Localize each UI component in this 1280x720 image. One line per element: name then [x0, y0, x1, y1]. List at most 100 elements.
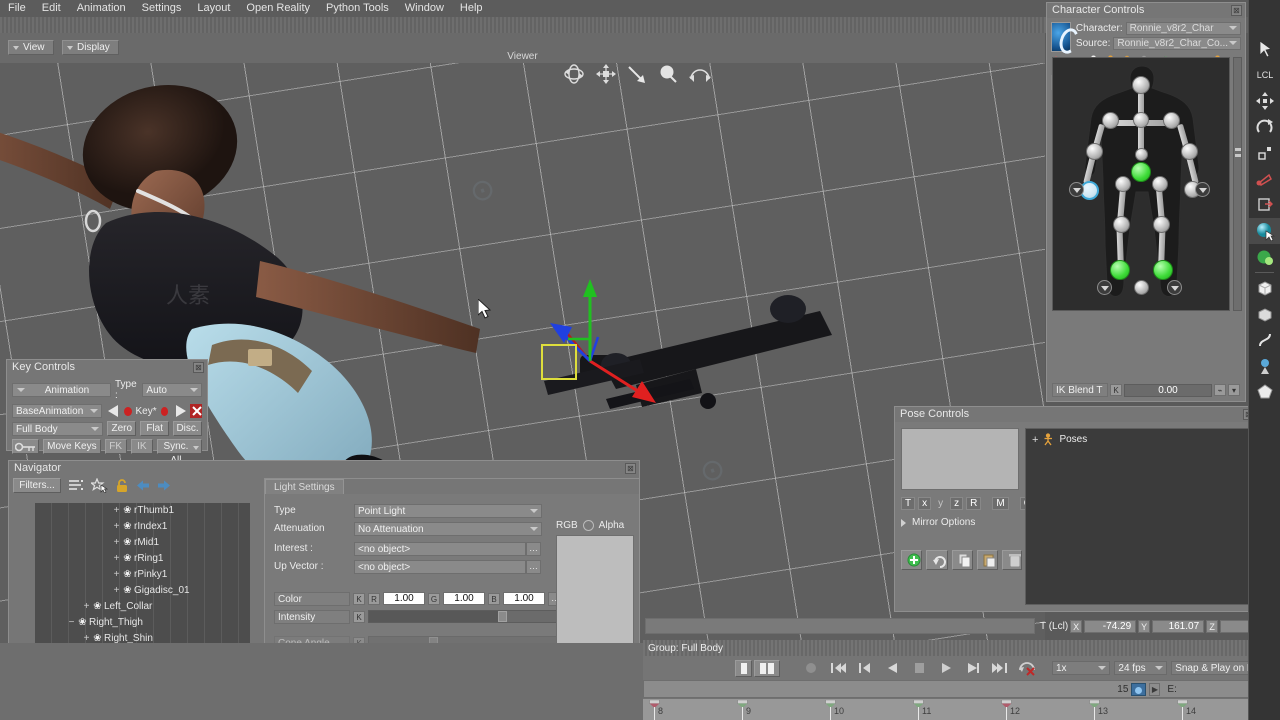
move-icon[interactable] — [596, 64, 616, 84]
menu-item-edit[interactable]: Edit — [34, 0, 69, 17]
expand-plus-icon[interactable]: + — [1032, 434, 1038, 446]
joint-spine[interactable] — [1135, 148, 1148, 161]
pose-m-button[interactable]: M — [992, 497, 1009, 510]
menu-item-layout[interactable]: Layout — [189, 0, 238, 17]
lcl-icon[interactable]: LCL — [1249, 62, 1280, 88]
joint-hips[interactable] — [1131, 162, 1151, 182]
expand-toggle[interactable]: + — [112, 551, 121, 567]
frame-marker[interactable]: 9 — [737, 699, 751, 720]
menu-item-window[interactable]: Window — [397, 0, 452, 17]
step-forward-icon[interactable] — [964, 659, 982, 677]
joint-icon[interactable] — [1249, 353, 1280, 379]
character-controls-panel[interactable]: Character Controls ⊠ Character: Ronnie_v… — [1046, 2, 1246, 402]
expand-toggle[interactable]: + — [112, 567, 121, 583]
fk-button[interactable]: FK — [104, 439, 127, 454]
key-dot-left-icon[interactable] — [123, 406, 132, 416]
pose-x-button[interactable]: x — [918, 497, 932, 510]
joint-chest[interactable] — [1133, 112, 1149, 128]
left-foot-chevron-icon[interactable] — [1097, 280, 1112, 295]
forward-arrow-icon[interactable] — [157, 479, 171, 492]
refresh-pose-icon[interactable] — [926, 550, 948, 570]
scale-icon[interactable] — [627, 64, 647, 84]
expand-toggle[interactable]: + — [82, 599, 91, 615]
polygon-icon[interactable] — [1249, 379, 1280, 405]
color-r-value[interactable]: 1.00 — [383, 592, 425, 605]
dual-view-button[interactable] — [754, 659, 780, 677]
pose-thumbnail[interactable] — [901, 428, 1019, 490]
frame-marker[interactable]: 13 — [1089, 699, 1108, 720]
select-icon[interactable] — [658, 64, 678, 84]
character-rig-view[interactable] — [1052, 57, 1230, 311]
snap-tool-icon[interactable] — [1249, 192, 1280, 218]
key-controls-panel[interactable]: Key Controls ⊠ Animation Type : Auto Bas… — [6, 359, 208, 466]
close-icon[interactable]: ⊠ — [1231, 5, 1242, 16]
next-key-icon[interactable] — [172, 404, 187, 418]
lock-icon[interactable] — [115, 478, 129, 493]
timeline-scrollbar[interactable]: 15 ▶ E: 15 — [643, 680, 1280, 698]
mirror-options-row[interactable]: Mirror Options — [901, 517, 1019, 528]
disc-button[interactable]: Disc. — [173, 421, 203, 436]
back-arrow-icon[interactable] — [136, 479, 150, 492]
poses-list[interactable]: + Poses — [1025, 428, 1251, 605]
tree-item[interactable]: − ❀ Right_Thigh — [35, 615, 250, 631]
frame-nav-right-icon[interactable]: ▶ — [1149, 682, 1161, 696]
add-pose-icon[interactable] — [901, 550, 922, 570]
filters-button[interactable]: Filters... — [13, 478, 61, 493]
y-value[interactable]: 161.07 — [1152, 619, 1205, 633]
light-sphere-icon[interactable] — [1249, 218, 1280, 244]
key-button-label[interactable]: Key* — [136, 406, 157, 417]
delete-pose-icon[interactable] — [1002, 550, 1022, 570]
deform-tool-icon[interactable] — [1249, 166, 1280, 192]
animation-dropdown[interactable]: Animation — [12, 383, 111, 397]
tree-item[interactable]: + ❀ rIndex1 — [35, 519, 250, 535]
tree-item[interactable]: + ❀ Left_Collar — [35, 599, 250, 615]
material-sphere-icon[interactable] — [1249, 244, 1280, 270]
menu-item-file[interactable]: File — [0, 0, 34, 17]
list-icon[interactable] — [68, 479, 84, 492]
joint-left-shoulder[interactable] — [1102, 112, 1119, 129]
pose-r-button[interactable]: R — [966, 497, 982, 510]
pose-controls-panel[interactable]: Pose Controls ⊠ T x y z R M G Mirror Opt… — [894, 406, 1258, 612]
take-dropdown[interactable]: BaseAnimation — [12, 404, 103, 418]
timeline-ruler[interactable]: 89101112131415 — [643, 698, 1280, 720]
joint-right-elbow[interactable] — [1181, 143, 1198, 160]
body-part-dropdown[interactable]: Full Body — [12, 421, 104, 436]
favorite-icon[interactable] — [91, 478, 108, 493]
ik-button[interactable]: IK — [130, 439, 153, 454]
copy-pose-icon[interactable] — [952, 550, 973, 570]
key-dot-right-icon[interactable] — [160, 406, 169, 416]
joint-right-knee[interactable] — [1153, 216, 1170, 233]
joint-left-foot[interactable] — [1110, 260, 1130, 280]
rotate-icon[interactable] — [689, 64, 711, 84]
loop-icon[interactable] — [1018, 659, 1036, 677]
joint-head[interactable] — [1132, 76, 1150, 94]
joint-right-shoulder[interactable] — [1163, 112, 1180, 129]
menu-item-settings[interactable]: Settings — [134, 0, 190, 17]
ik-blend-chevron-icon[interactable]: ▾ — [1228, 384, 1240, 396]
goto-start-icon[interactable] — [829, 659, 847, 677]
zero-button[interactable]: Zero — [107, 421, 137, 436]
ik-blend-slider[interactable]: 0.00 — [1124, 383, 1212, 397]
record-icon[interactable] — [802, 659, 820, 677]
rig-scrollbar[interactable] — [1233, 57, 1242, 311]
color-g-value[interactable]: 1.00 — [443, 592, 485, 605]
upvector-field[interactable]: <no object> — [354, 559, 526, 574]
intensity-key-button[interactable]: K — [353, 610, 365, 623]
joint-left-hip[interactable] — [1115, 176, 1131, 192]
color-b-value[interactable]: 1.00 — [503, 592, 545, 605]
interest-browse-button[interactable]: … — [526, 541, 541, 556]
menu-item-python-tools[interactable]: Python Tools — [318, 0, 397, 17]
fps-dropdown[interactable]: 24 fps — [1114, 661, 1168, 675]
frame-marker[interactable]: 11 — [913, 699, 931, 720]
play-icon[interactable] — [937, 659, 955, 677]
pose-t-button[interactable]: T — [901, 497, 916, 510]
tree-item[interactable]: + ❀ Gigadisc_01 — [35, 583, 250, 599]
prev-key-icon[interactable] — [106, 404, 120, 418]
tree-item[interactable]: + ❀ rThumb1 — [35, 503, 250, 519]
character-dropdown[interactable]: Ronnie_v8r2_Char — [1125, 22, 1241, 35]
joint-left-knee[interactable] — [1113, 216, 1130, 233]
tree-item[interactable]: + ❀ rPinky1 — [35, 567, 250, 583]
step-back-icon[interactable] — [883, 659, 901, 677]
ik-blend-key-button[interactable]: K — [1110, 384, 1122, 396]
source-dropdown[interactable]: Ronnie_v8r2_Char_Co... — [1113, 37, 1241, 50]
